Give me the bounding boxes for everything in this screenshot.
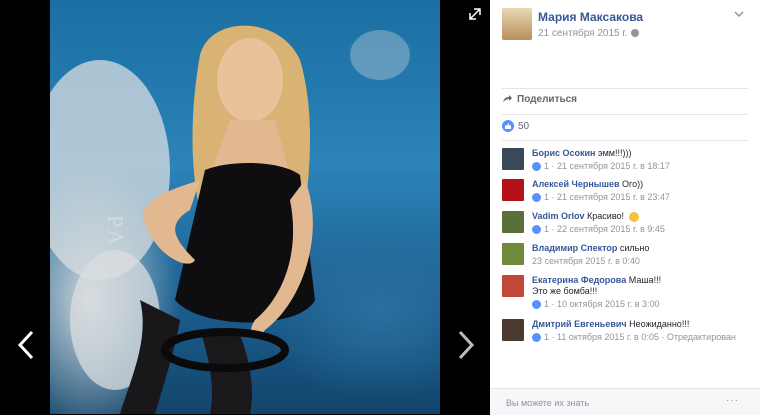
divider — [502, 140, 748, 141]
comment-body: Екатерина Федорова Маша!!! Это же бомба!… — [532, 275, 754, 310]
chevron-right-icon — [458, 330, 475, 360]
likes-count: 50 — [518, 120, 530, 132]
divider — [502, 114, 748, 115]
comment-text: Маша!!! — [628, 275, 662, 285]
commenter-avatar[interactable] — [502, 179, 524, 201]
comment-body: Алексей Чернышев Ого)) 1 · 21 сентября 2… — [532, 179, 754, 203]
chevron-down-icon[interactable] — [734, 10, 744, 18]
post-panel: Мария Максакова 21 сентября 2015 г. Поде… — [490, 0, 760, 415]
comment-meta-text[interactable]: 1 · 10 октября 2015 г. в 3:00 — [544, 299, 660, 309]
comment-text: эмм!!!))) — [598, 148, 632, 158]
comment-meta: 1 · 10 октября 2015 г. в 3:00 — [532, 299, 754, 310]
comment: Vadim Orlov Красиво! 1 · 22 сентября 201… — [502, 211, 752, 239]
comment: Владимир Спектор сильно 23 сентября 2015… — [502, 243, 752, 271]
comment-meta-text[interactable]: 1 · 11 октября 2015 г. в 0:05 · Отредакт… — [544, 332, 736, 342]
post-date-text[interactable]: 21 сентября 2015 г. — [538, 28, 628, 39]
comment: Дмитрий Евгеньевич Неожиданно!!! 1 · 11 … — [502, 319, 752, 347]
comment-meta: 1 · 21 сентября 2015 г. в 23:47 — [532, 192, 754, 203]
comment-meta-text[interactable]: 23 сентября 2015 г. в 0:40 — [532, 256, 640, 266]
comment-body: Борис Осокин эмм!!!))) 1 · 21 сентября 2… — [532, 148, 754, 172]
like-icon — [502, 120, 514, 132]
globe-icon — [630, 29, 639, 38]
like-icon — [532, 225, 541, 235]
commenter-name[interactable]: Дмитрий Евгеньевич — [532, 319, 627, 329]
commenter-avatar[interactable] — [502, 148, 524, 170]
comment-body: Vadim Orlov Красиво! 1 · 22 сентября 201… — [532, 211, 754, 235]
comment: Борис Осокин эмм!!!))) 1 · 21 сентября 2… — [502, 148, 752, 176]
comment: Алексей Чернышев Ого)) 1 · 21 сентября 2… — [502, 179, 752, 207]
comment-meta: 1 · 21 сентября 2015 г. в 18:17 — [532, 161, 754, 172]
comment-meta: 1 · 11 октября 2015 г. в 0:05 · Отредакт… — [532, 332, 754, 343]
commenter-avatar[interactable] — [502, 319, 524, 341]
comment: Екатерина Федорова Маша!!! Это же бомба!… — [502, 275, 752, 315]
commenter-avatar[interactable] — [502, 275, 524, 297]
people-you-may-know-bar[interactable]: Вы можете их знать ··· — [490, 388, 760, 415]
author-avatar[interactable] — [502, 8, 532, 40]
comment-body: Владимир Спектор сильно 23 сентября 2015… — [532, 243, 754, 267]
photo-viewer: PA — [0, 0, 490, 414]
more-options-icon[interactable]: ··· — [726, 395, 739, 406]
comment-meta: 1 · 22 сентября 2015 г. в 9:45 — [532, 224, 754, 235]
commenter-name[interactable]: Алексей Чернышев — [532, 179, 620, 189]
share-button[interactable]: Поделиться — [502, 94, 577, 105]
post-header: Мария Максакова 21 сентября 2015 г. — [490, 0, 760, 52]
chevron-left-icon — [17, 330, 34, 360]
like-icon — [532, 193, 541, 203]
photo[interactable]: PA — [50, 0, 440, 414]
comment-meta-text[interactable]: 1 · 21 сентября 2015 г. в 23:47 — [544, 192, 670, 202]
like-icon — [532, 300, 541, 310]
share-label: Поделиться — [517, 94, 578, 105]
commenter-name[interactable]: Екатерина Федорова — [532, 275, 626, 285]
comment-text: сильно — [619, 243, 650, 253]
commenter-name[interactable]: Vadim Orlov — [532, 211, 585, 221]
divider — [502, 88, 748, 89]
comment-meta: 23 сентября 2015 г. в 0:40 — [532, 256, 754, 267]
comment-text: Неожиданно!!! — [629, 319, 690, 329]
smile-emoji-icon — [628, 211, 639, 222]
comment-meta-text[interactable]: 1 · 22 сентября 2015 г. в 9:45 — [544, 224, 665, 234]
post-date[interactable]: 21 сентября 2015 г. — [538, 28, 639, 39]
next-photo-button[interactable] — [454, 330, 478, 360]
expand-icon[interactable] — [468, 7, 482, 21]
comment-body: Дмитрий Евгеньевич Неожиданно!!! 1 · 11 … — [532, 319, 754, 343]
share-arrow-icon — [503, 95, 512, 103]
commenter-avatar[interactable] — [502, 243, 524, 265]
footer-text: Вы можете их знать — [506, 398, 590, 408]
like-icon — [532, 333, 541, 343]
comment-text: Красиво! — [587, 211, 627, 221]
comment-meta-text[interactable]: 1 · 21 сентября 2015 г. в 18:17 — [544, 161, 670, 171]
commenter-avatar[interactable] — [502, 211, 524, 233]
prev-photo-button[interactable] — [14, 330, 38, 360]
author-name[interactable]: Мария Максакова — [538, 10, 643, 24]
commenter-name[interactable]: Владимир Спектор — [532, 243, 617, 253]
comment-text: Ого)) — [622, 179, 644, 189]
commenter-name[interactable]: Борис Осокин — [532, 148, 595, 158]
like-icon — [532, 162, 541, 172]
woman-figure — [120, 25, 315, 414]
comment-text-line2: Это же бомба!!! — [532, 286, 598, 296]
likes-summary[interactable]: 50 — [502, 120, 529, 134]
